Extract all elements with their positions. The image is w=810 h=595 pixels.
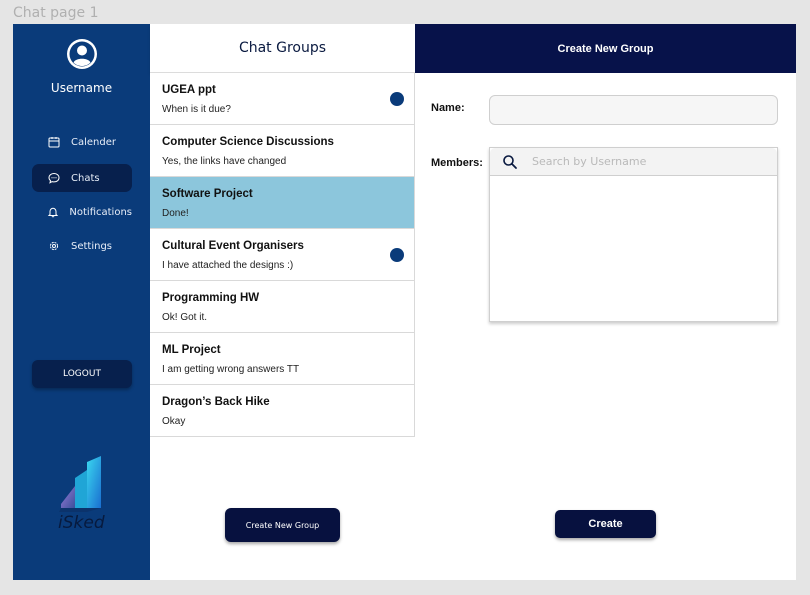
logo-text: iSked (58, 513, 105, 533)
isked-logo: iSked (57, 456, 115, 536)
sidebar-item-notifications[interactable]: Notifications (32, 198, 132, 226)
gear-icon (47, 239, 61, 253)
create-new-group-button[interactable]: Create New Group (225, 508, 340, 542)
member-search-bar (490, 148, 777, 176)
members-list (489, 147, 778, 322)
chat-group-item[interactable]: ML Project I am getting wrong answers TT (150, 333, 415, 385)
chat-group-item[interactable]: Dragon’s Back Hike Okay (150, 385, 415, 437)
unread-dot-icon (390, 92, 404, 106)
calendar-icon (47, 135, 61, 149)
chat-group-item[interactable]: Computer Science Discussions Yes, the li… (150, 125, 415, 177)
chat-group-item-selected[interactable]: Software Project Done! (150, 177, 415, 229)
chat-group-title: Dragon’s Back Hike (162, 396, 270, 408)
chat-group-last-message: Okay (162, 416, 186, 427)
chat-group-last-message: Ok! Got it. (162, 312, 208, 323)
unread-dot-icon (390, 248, 404, 262)
search-icon (502, 154, 518, 170)
sidebar-item-label: Settings (71, 240, 113, 252)
create-group-title: Create New Group (415, 24, 796, 73)
members-label: Members: (431, 157, 483, 169)
chat-group-last-message: I am getting wrong answers TT (162, 364, 300, 375)
chat-groups-panel: Chat Groups UGEA ppt When is it due? Com… (150, 24, 415, 580)
chat-group-item[interactable]: Cultural Event Organisers I have attache… (150, 229, 415, 281)
chat-group-last-message: I have attached the designs :) (162, 260, 294, 271)
chat-group-title: Programming HW (162, 292, 260, 304)
sidebar-item-label: Calender (71, 136, 116, 148)
member-search-input[interactable] (532, 155, 752, 168)
create-button[interactable]: Create (555, 510, 656, 538)
chat-group-last-message: When is it due? (162, 104, 231, 115)
chat-group-title: Software Project (162, 188, 253, 200)
name-label: Name: (431, 102, 465, 114)
chat-group-list: UGEA ppt When is it due? Computer Scienc… (150, 73, 415, 437)
chat-bubble-icon (47, 171, 61, 185)
logout-button[interactable]: LOGOUT (32, 360, 132, 388)
sidebar-item-label: Chats (71, 172, 100, 184)
chat-group-item[interactable]: UGEA ppt When is it due? (150, 73, 415, 125)
chat-group-title: ML Project (162, 344, 221, 356)
sidebar-item-settings[interactable]: Settings (32, 232, 132, 260)
create-group-panel: Create New Group Name: Members: Create (415, 24, 796, 580)
username: Username (50, 81, 113, 95)
chat-group-item[interactable]: Programming HW Ok! Got it. (150, 281, 415, 333)
chat-group-title: Cultural Event Organisers (162, 240, 304, 252)
frame-label: Chat page 1 (13, 5, 99, 21)
bell-icon (47, 205, 59, 219)
chat-group-last-message: Yes, the links have changed (162, 156, 287, 167)
chat-group-title: UGEA ppt (162, 84, 216, 96)
sidebar: Username Calender Chats Notifications Se… (13, 24, 150, 580)
chat-group-title: Computer Science Discussions (162, 136, 334, 148)
sidebar-item-calender[interactable]: Calender (32, 128, 132, 156)
sidebar-item-chats[interactable]: Chats (32, 164, 132, 192)
sidebar-item-label: Notifications (69, 206, 132, 218)
group-name-input[interactable] (489, 95, 778, 125)
user-circle-icon[interactable] (66, 38, 98, 70)
chat-group-last-message: Done! (162, 208, 189, 219)
chat-groups-title: Chat Groups (150, 24, 415, 73)
app-frame: Username Calender Chats Notifications Se… (13, 24, 796, 580)
